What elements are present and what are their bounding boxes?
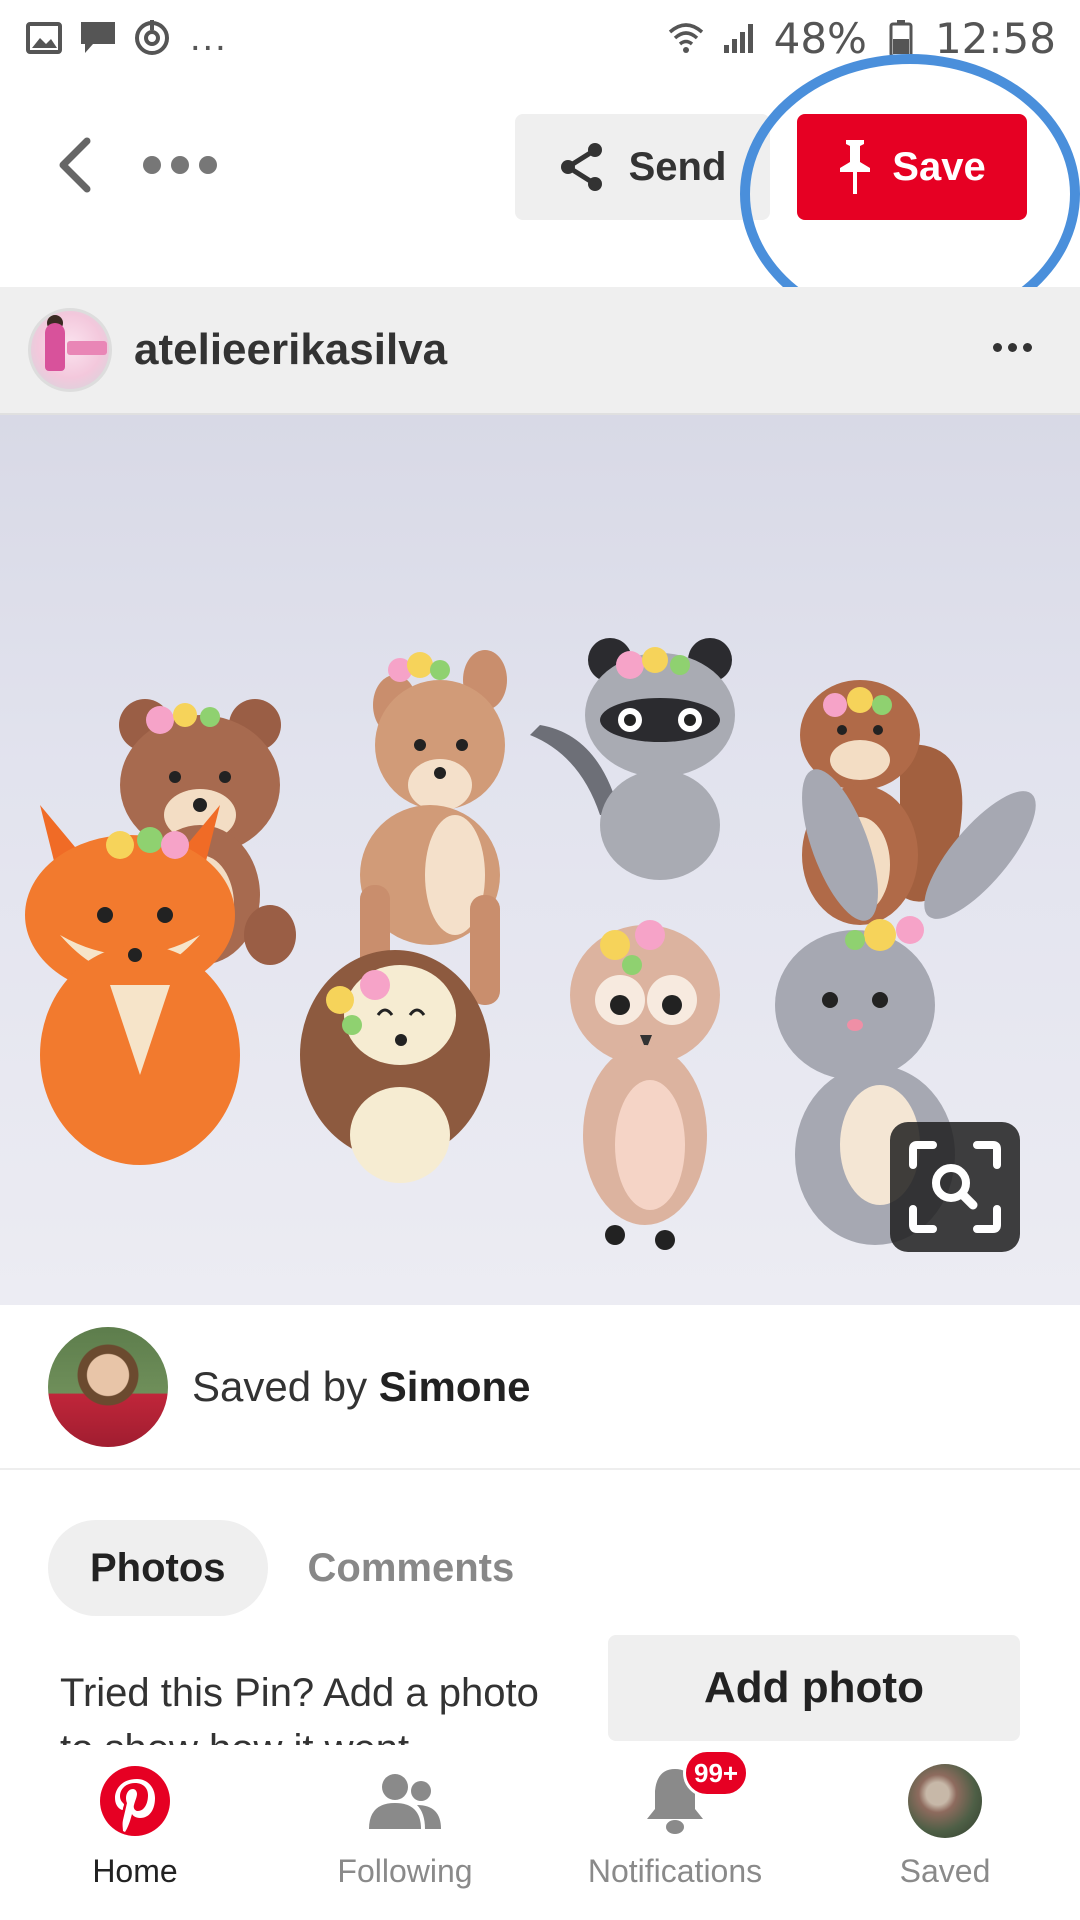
hedgehog-figure	[300, 950, 490, 1183]
sync-icon	[132, 18, 172, 58]
more-options-button[interactable]	[130, 140, 230, 190]
status-time: 12:58	[934, 13, 1056, 63]
add-photo-button[interactable]: Add photo	[608, 1635, 1020, 1741]
status-bar-left: ...	[24, 17, 228, 60]
pin-tabs: Photos Comments	[48, 1520, 514, 1616]
bottom-nav: Home Following 99+ Notifications Saved	[0, 1745, 1080, 1920]
save-label: Save	[892, 144, 986, 189]
status-bar-right: 48% 12:58	[666, 14, 1056, 63]
author-more-button[interactable]	[993, 343, 1032, 352]
nav-saved[interactable]: Saved	[810, 1745, 1080, 1920]
lens-scan-icon	[909, 1141, 1001, 1233]
people-icon	[367, 1763, 443, 1839]
pin-action-bar: Send Save	[0, 90, 1080, 240]
nav-saved-label: Saved	[899, 1853, 991, 1889]
saver-avatar[interactable]	[48, 1326, 168, 1447]
saved-by-row[interactable]: Saved by Simone	[0, 1305, 1080, 1470]
back-button[interactable]	[40, 130, 110, 200]
image-icon	[24, 18, 64, 58]
author-avatar[interactable]	[28, 308, 112, 392]
save-button[interactable]: Save	[797, 114, 1027, 220]
pin-author-header: atelieerikasilva	[0, 287, 1080, 415]
more-dots-icon	[993, 343, 1002, 352]
more-dots-icon	[143, 156, 161, 174]
nav-notifications[interactable]: 99+ Notifications	[540, 1745, 810, 1920]
nav-following-label: Following	[337, 1853, 473, 1889]
signal-icon	[720, 18, 760, 58]
nav-home-label: Home	[92, 1853, 178, 1889]
visual-search-button[interactable]	[890, 1122, 1020, 1252]
saver-name[interactable]: Simone	[379, 1363, 531, 1410]
owl-figure	[570, 920, 720, 1250]
notifications-badge: 99+	[683, 1749, 750, 1797]
battery-percent: 48%	[773, 13, 867, 63]
send-button[interactable]: Send	[515, 114, 770, 220]
wifi-icon	[666, 18, 706, 58]
status-ellipsis: ...	[190, 16, 228, 59]
send-label: Send	[628, 144, 727, 189]
nav-following[interactable]: Following	[270, 1745, 540, 1920]
tab-photos[interactable]: Photos	[48, 1520, 268, 1616]
tab-comments[interactable]: Comments	[308, 1520, 515, 1616]
share-icon	[560, 143, 602, 191]
pinterest-logo-icon	[97, 1763, 173, 1839]
back-chevron-icon	[59, 137, 91, 193]
profile-avatar	[908, 1764, 982, 1838]
battery-icon	[881, 18, 921, 58]
chat-icon	[78, 18, 118, 58]
saved-by-prefix: Saved by	[192, 1362, 379, 1410]
bell-icon: 99+	[637, 1749, 750, 1839]
nav-notifications-label: Notifications	[587, 1853, 763, 1889]
saved-by-text: Saved by Simone	[192, 1363, 531, 1411]
tried-pin-prompt: Tried this Pin? Add a photo to show how …	[60, 1671, 539, 1747]
raccoon-figure	[530, 638, 735, 880]
author-name[interactable]: atelieerikasilva	[134, 325, 447, 375]
nav-home[interactable]: Home	[0, 1745, 270, 1920]
status-bar: ... 48% 12:58	[0, 0, 1080, 76]
pin-icon	[840, 140, 871, 194]
